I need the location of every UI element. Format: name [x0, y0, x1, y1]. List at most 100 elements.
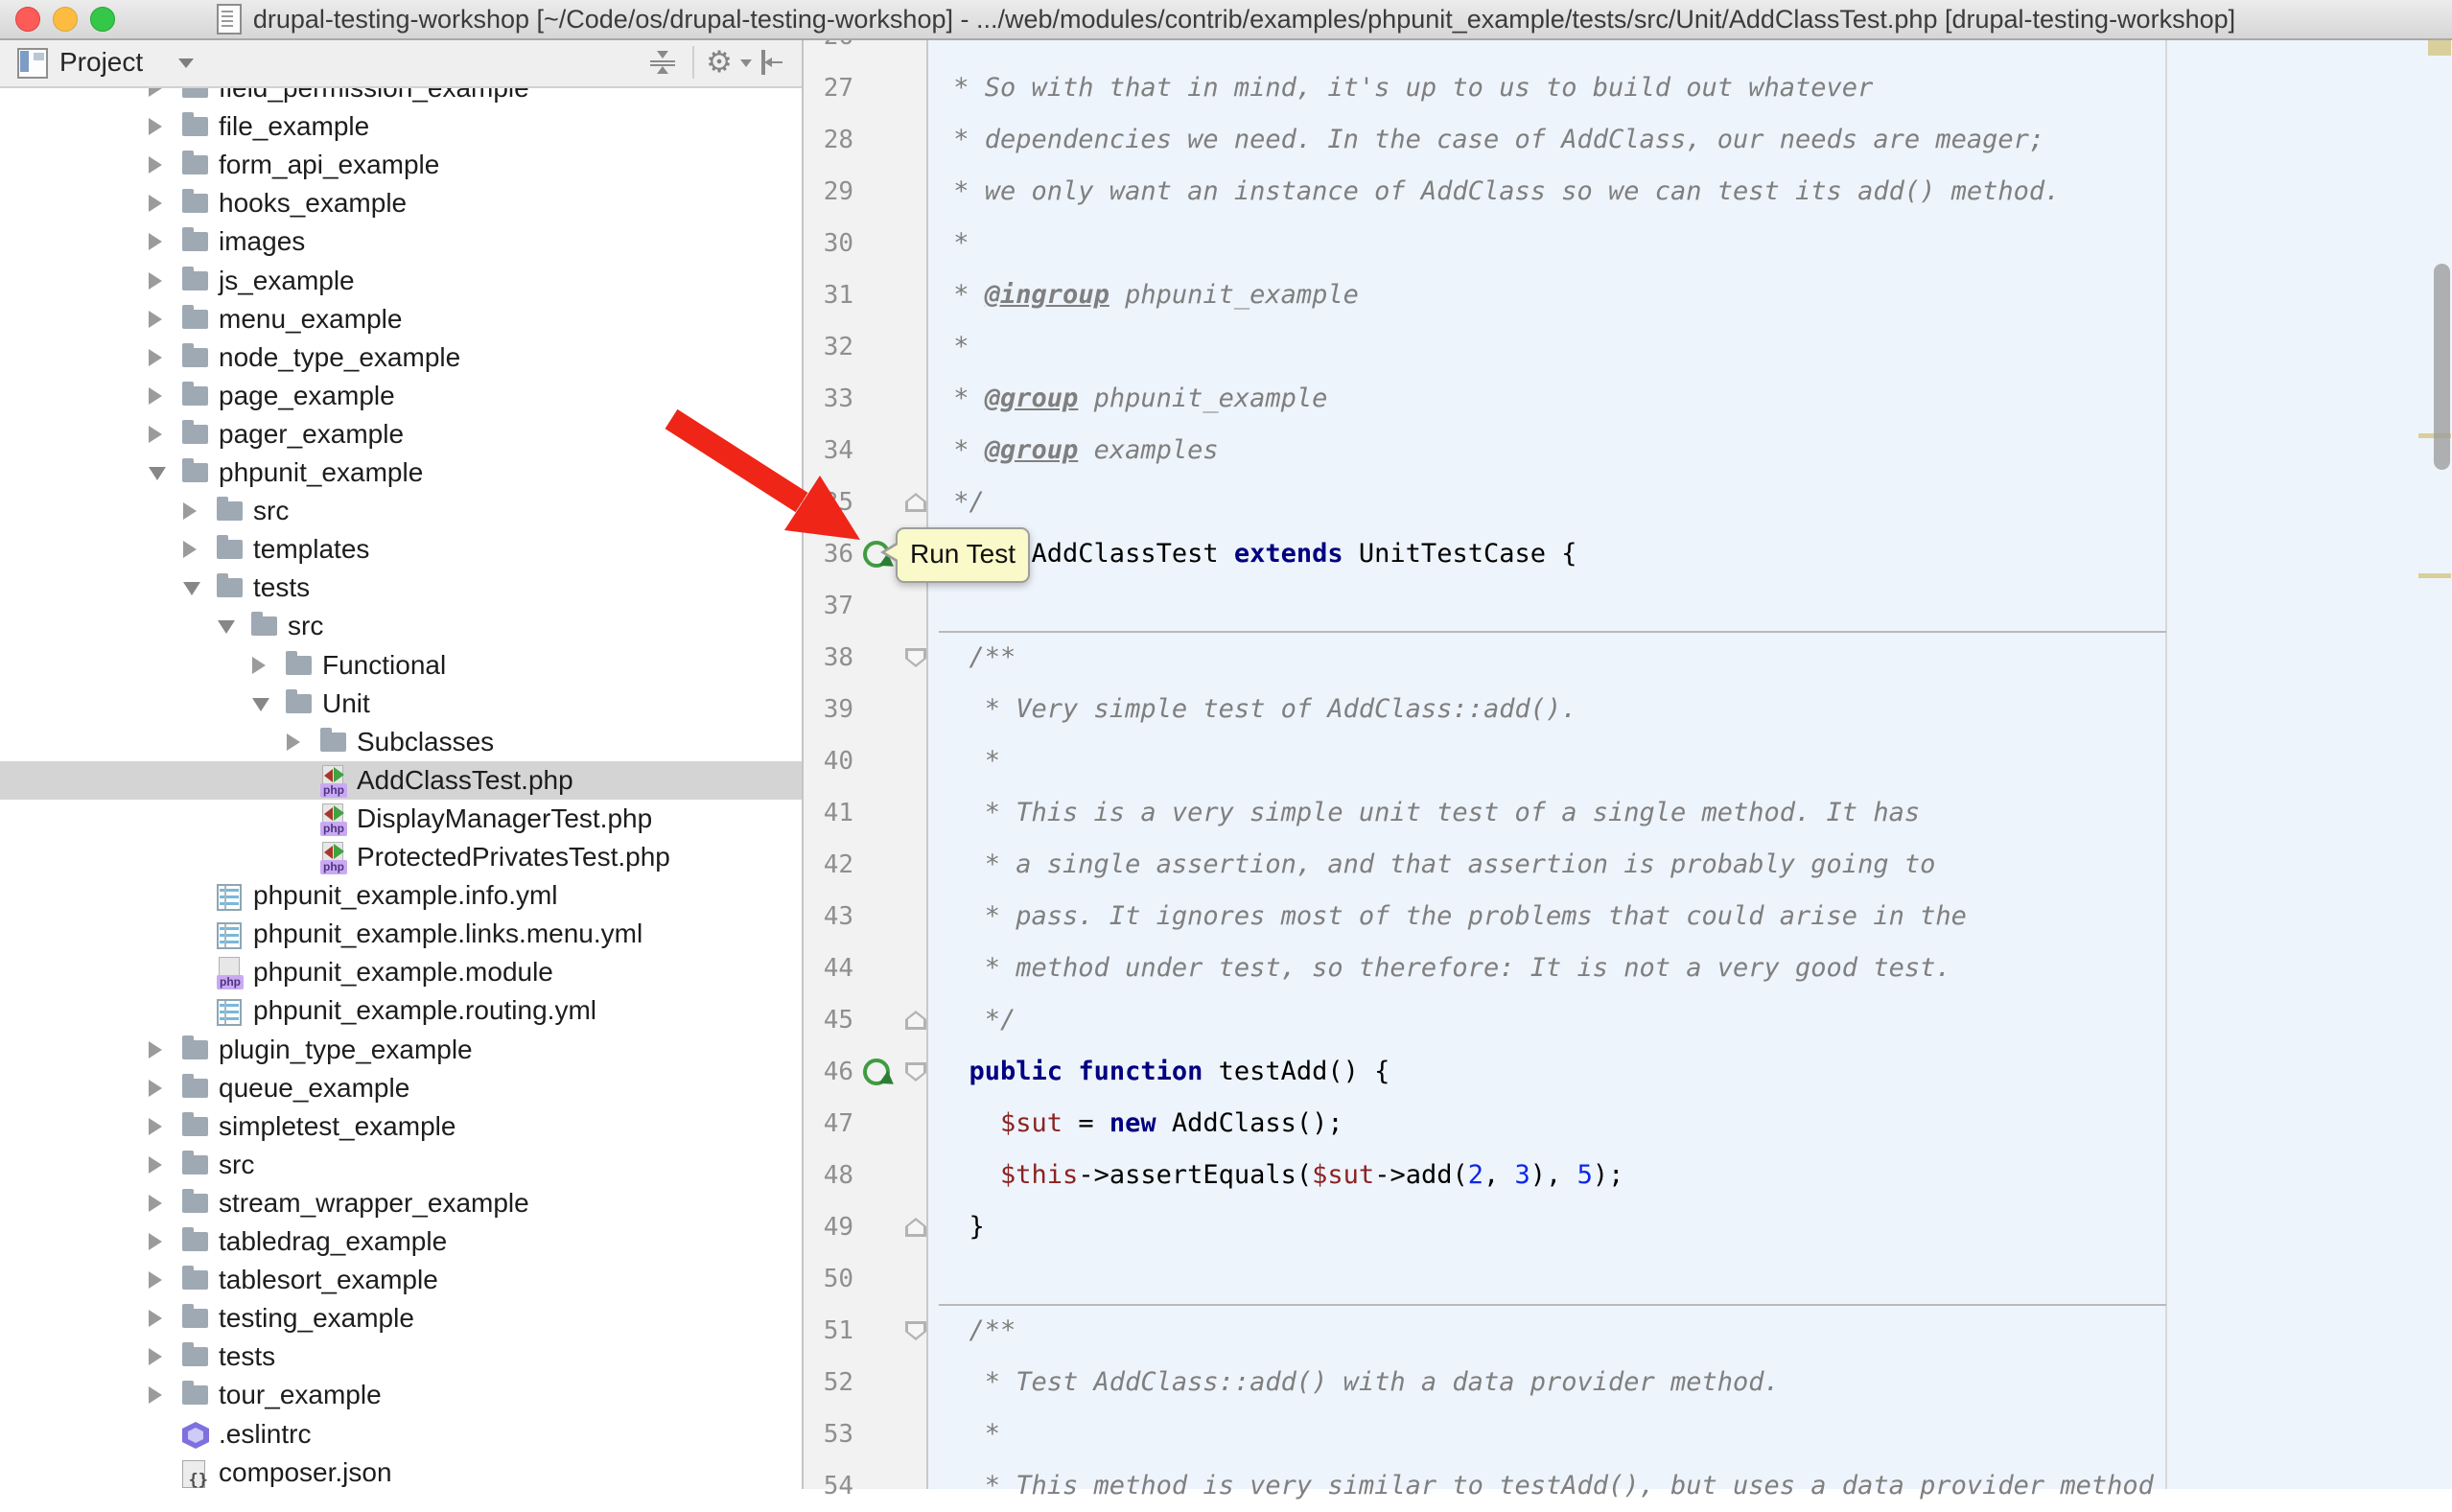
chevron-right-icon[interactable]	[149, 1156, 162, 1174]
chevron-right-icon[interactable]	[252, 657, 266, 674]
tree-row-subclasses[interactable]: Subclasses	[0, 723, 802, 761]
collapse-all-icon[interactable]	[648, 48, 677, 77]
code-line-39[interactable]: 39 * Very simple test of AddClass::add()…	[804, 684, 2452, 735]
code-line-48[interactable]: 48 $this->assertEquals($sut->add(2, 3), …	[804, 1150, 2452, 1201]
tree-row-hooks-example[interactable]: hooks_example	[0, 184, 802, 222]
fold-start-icon[interactable]	[905, 1062, 926, 1082]
chevron-right-icon[interactable]	[149, 1041, 162, 1058]
chevron-down-icon[interactable]	[252, 698, 269, 711]
tree-row-simpletest-example[interactable]: simpletest_example	[0, 1107, 802, 1146]
fold-end-icon[interactable]	[905, 1218, 926, 1237]
code-line-47[interactable]: 47 $sut = new AddClass();	[804, 1098, 2452, 1150]
chevron-right-icon[interactable]	[183, 502, 197, 520]
code-line-46[interactable]: 46 public function testAdd() {	[804, 1046, 2452, 1098]
warning-stripe-mark[interactable]	[2418, 573, 2451, 578]
warning-stripe-mark[interactable]	[2428, 40, 2451, 56]
code-line-51[interactable]: 51 /**	[804, 1305, 2452, 1357]
code-line-49[interactable]: 49 }	[804, 1201, 2452, 1253]
code-line-50[interactable]: 50	[804, 1253, 2452, 1305]
tree-row-phpunit-example-links-menu-yml[interactable]: phpunit_example.links.menu.yml	[0, 915, 802, 953]
fold-start-icon[interactable]	[905, 1321, 926, 1340]
chevron-right-icon[interactable]	[149, 387, 162, 405]
tree-row-phpunit-example-routing-yml[interactable]: phpunit_example.routing.yml	[0, 991, 802, 1030]
chevron-right-icon[interactable]	[149, 1233, 162, 1250]
chevron-right-icon[interactable]	[149, 1348, 162, 1365]
code-line-53[interactable]: 53 *	[804, 1408, 2452, 1460]
code-line-33[interactable]: 33 * @group phpunit_example	[804, 373, 2452, 425]
hide-panel-icon[interactable]	[758, 48, 786, 77]
tree-row-pager-example[interactable]: pager_example	[0, 415, 802, 454]
tree-row-tests[interactable]: tests	[0, 569, 802, 607]
code-line-54[interactable]: 54 * This method is very similar to test…	[804, 1460, 2452, 1512]
code-line-32[interactable]: 32 *	[804, 321, 2452, 373]
tree-row-file-example[interactable]: file_example	[0, 107, 802, 146]
chevron-down-icon[interactable]	[218, 620, 235, 634]
tree-row-queue-example[interactable]: queue_example	[0, 1069, 802, 1107]
tree-row-src[interactable]: src	[0, 607, 802, 645]
tree-row-phpunit-example[interactable]: phpunit_example	[0, 454, 802, 492]
tree-row-protectedprivatestest-php[interactable]: phpProtectedPrivatesTest.php	[0, 838, 802, 876]
tree-row--eslintrc[interactable]: .eslintrc	[0, 1415, 802, 1454]
code-line-41[interactable]: 41 * This is a very simple unit test of …	[804, 787, 2452, 839]
chevron-right-icon[interactable]	[149, 233, 162, 250]
chevron-right-icon[interactable]	[149, 426, 162, 443]
tree-row-images[interactable]: images	[0, 222, 802, 261]
run-test-gutter-icon[interactable]	[863, 1058, 890, 1085]
tree-row-tablesort-example[interactable]: tablesort_example	[0, 1261, 802, 1299]
tree-row-displaymanagertest-php[interactable]: phpDisplayManagerTest.php	[0, 800, 802, 838]
tree-row-composer-json[interactable]: composer.json	[0, 1454, 802, 1492]
tree-row-js-example[interactable]: js_example	[0, 262, 802, 300]
chevron-right-icon[interactable]	[149, 1271, 162, 1289]
gear-dropdown-caret-icon[interactable]	[740, 59, 752, 67]
project-panel-title[interactable]: Project	[59, 47, 143, 78]
tree-row-node-type-example[interactable]: node_type_example	[0, 338, 802, 377]
tree-row-tabledrag-example[interactable]: tabledrag_example	[0, 1222, 802, 1261]
chevron-right-icon[interactable]	[149, 1310, 162, 1327]
chevron-right-icon[interactable]	[149, 1195, 162, 1212]
code-line-27[interactable]: 27 * So with that in mind, it's up to us…	[804, 62, 2452, 114]
code-line-28[interactable]: 28 * dependencies we need. In the case o…	[804, 114, 2452, 166]
fold-end-icon[interactable]	[905, 1011, 926, 1030]
gear-icon[interactable]: ⚙	[703, 48, 736, 77]
code-line-38[interactable]: 38 /**	[804, 632, 2452, 684]
chevron-right-icon[interactable]	[149, 156, 162, 174]
chevron-right-icon[interactable]	[149, 1386, 162, 1404]
tree-row-unit[interactable]: Unit	[0, 685, 802, 723]
code-line-52[interactable]: 52 * Test AddClass::add() with a data pr…	[804, 1357, 2452, 1408]
chevron-right-icon[interactable]	[149, 1080, 162, 1097]
code-line-42[interactable]: 42 * a single assertion, and that assert…	[804, 839, 2452, 891]
chevron-right-icon[interactable]	[149, 195, 162, 212]
tree-row-menu-example[interactable]: menu_example	[0, 300, 802, 338]
tree-row-testing-example[interactable]: testing_example	[0, 1299, 802, 1338]
code-editor[interactable]: 2627 * So with that in mind, it's up to …	[804, 0, 2452, 1489]
tree-row-addclasstest-php[interactable]: phpAddClassTest.php	[0, 761, 802, 800]
tree-row-page-example[interactable]: page_example	[0, 377, 802, 415]
fold-start-icon[interactable]	[905, 648, 926, 667]
code-line-45[interactable]: 45 */	[804, 994, 2452, 1046]
zoom-button[interactable]	[90, 7, 115, 32]
tree-row-phpunit-example-info-yml[interactable]: phpunit_example.info.yml	[0, 876, 802, 915]
code-line-36[interactable]: 36 AddClassTest extends UnitTestCase {	[804, 528, 2452, 580]
code-line-35[interactable]: 35 */	[804, 477, 2452, 528]
minimize-button[interactable]	[53, 7, 78, 32]
code-line-43[interactable]: 43 * pass. It ignores most of the proble…	[804, 891, 2452, 942]
close-button[interactable]	[15, 7, 40, 32]
tree-row-phpunit-example-module[interactable]: phpphpunit_example.module	[0, 953, 802, 991]
chevron-down-icon[interactable]	[183, 582, 200, 595]
code-line-37[interactable]: 37	[804, 580, 2452, 632]
tree-row-templates[interactable]: templates	[0, 530, 802, 569]
tree-row-stream-wrapper-example[interactable]: stream_wrapper_example	[0, 1184, 802, 1222]
chevron-right-icon[interactable]	[149, 272, 162, 290]
code-line-30[interactable]: 30 *	[804, 218, 2452, 269]
chevron-right-icon[interactable]	[149, 311, 162, 328]
code-line-31[interactable]: 31 * @ingroup phpunit_example	[804, 269, 2452, 321]
tree-row-tour-example[interactable]: tour_example	[0, 1376, 802, 1414]
chevron-down-icon[interactable]	[149, 467, 166, 480]
tree-row-plugin-type-example[interactable]: plugin_type_example	[0, 1031, 802, 1069]
tree-row-src[interactable]: src	[0, 1146, 802, 1184]
tree-row-functional[interactable]: Functional	[0, 646, 802, 685]
chevron-right-icon[interactable]	[149, 349, 162, 366]
chevron-right-icon[interactable]	[149, 118, 162, 135]
vertical-scrollbar[interactable]	[2434, 264, 2450, 470]
code-line-29[interactable]: 29 * we only want an instance of AddClas…	[804, 166, 2452, 218]
